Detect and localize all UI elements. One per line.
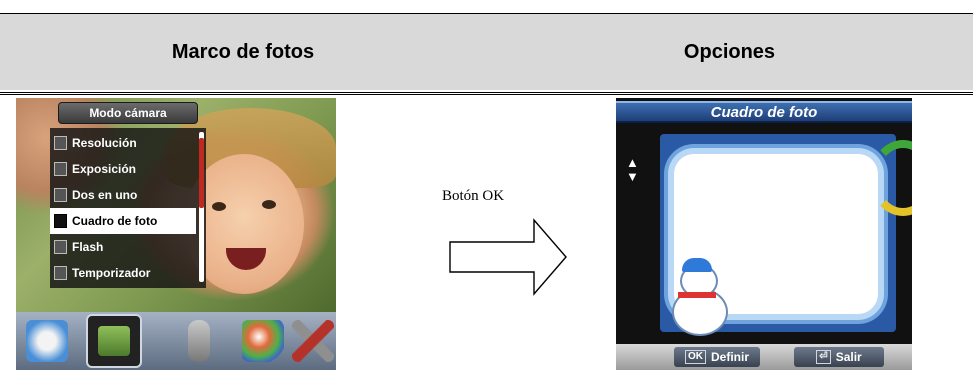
camera-mode-menu: Modo cámara Resolución Exposición Dos en… bbox=[50, 102, 206, 306]
exposure-icon bbox=[54, 162, 67, 176]
header-bottom-rule-2 bbox=[0, 94, 973, 95]
menu-item-label: Flash bbox=[72, 240, 104, 254]
menu-item-label: Temporizador bbox=[72, 266, 151, 280]
video-mode-icon[interactable] bbox=[26, 320, 68, 362]
ok-button-label: Botón OK bbox=[442, 188, 505, 204]
menu-scrollbar[interactable] bbox=[199, 132, 204, 282]
photo-frame-options-screen: Cuadro de foto ▲ ▼ OK Definir ⏎ Salir bbox=[616, 98, 912, 370]
define-button[interactable]: OK Definir bbox=[674, 347, 760, 367]
menu-title: Modo cámara bbox=[58, 102, 198, 124]
mode-tray bbox=[16, 312, 336, 370]
flash-icon bbox=[54, 240, 67, 254]
menu-item-exposure[interactable]: Exposición bbox=[50, 156, 196, 182]
return-key-icon: ⏎ bbox=[816, 350, 831, 364]
tools-icon[interactable] bbox=[292, 320, 334, 362]
right-column-title: Opciones bbox=[683, 40, 776, 63]
two-in-one-icon bbox=[54, 188, 67, 202]
exit-button[interactable]: ⏎ Salir bbox=[794, 347, 884, 367]
menu-item-two-in-one[interactable]: Dos en uno bbox=[50, 182, 196, 208]
arrow-up-icon[interactable]: ▲ bbox=[626, 156, 639, 170]
resolution-icon bbox=[54, 136, 67, 150]
timer-icon bbox=[54, 266, 67, 280]
menu-item-label: Exposición bbox=[72, 162, 137, 176]
menu-item-label: Dos en uno bbox=[72, 188, 138, 202]
navigation-arrows[interactable]: ▲ ▼ bbox=[626, 156, 639, 184]
menu-item-flash[interactable]: Flash bbox=[50, 234, 196, 260]
snowman-decoration bbox=[664, 258, 730, 336]
menu-item-photo-frame[interactable]: Cuadro de foto bbox=[50, 208, 196, 234]
menu-item-label: Cuadro de foto bbox=[72, 214, 158, 228]
photo-frame-icon bbox=[54, 214, 67, 228]
ok-key-icon: OK bbox=[684, 350, 706, 364]
header-band: Marco de fotos Opciones bbox=[0, 14, 973, 90]
menu-item-resolution[interactable]: Resolución bbox=[50, 130, 196, 156]
menu-list: Resolución Exposición Dos en uno Cuadro … bbox=[50, 128, 206, 288]
header-bottom-rule-1 bbox=[0, 92, 973, 93]
arrow-down-icon[interactable]: ▼ bbox=[626, 170, 639, 184]
palette-icon[interactable] bbox=[242, 320, 284, 362]
define-label: Definir bbox=[710, 350, 749, 364]
voice-record-icon[interactable] bbox=[188, 320, 210, 362]
frame-preview bbox=[660, 134, 912, 336]
exit-label: Salir bbox=[835, 350, 862, 364]
screen-footer: OK Definir ⏎ Salir bbox=[616, 344, 912, 370]
camera-mode-icon[interactable] bbox=[86, 314, 142, 368]
left-column-title: Marco de fotos bbox=[171, 40, 315, 63]
menu-item-timer[interactable]: Temporizador bbox=[50, 260, 196, 286]
right-arrow-icon bbox=[449, 218, 567, 296]
screen-title: Cuadro de foto bbox=[616, 101, 912, 123]
menu-item-label: Resolución bbox=[72, 136, 137, 150]
camera-menu-screenshot: Modo cámara Resolución Exposición Dos en… bbox=[16, 98, 336, 370]
